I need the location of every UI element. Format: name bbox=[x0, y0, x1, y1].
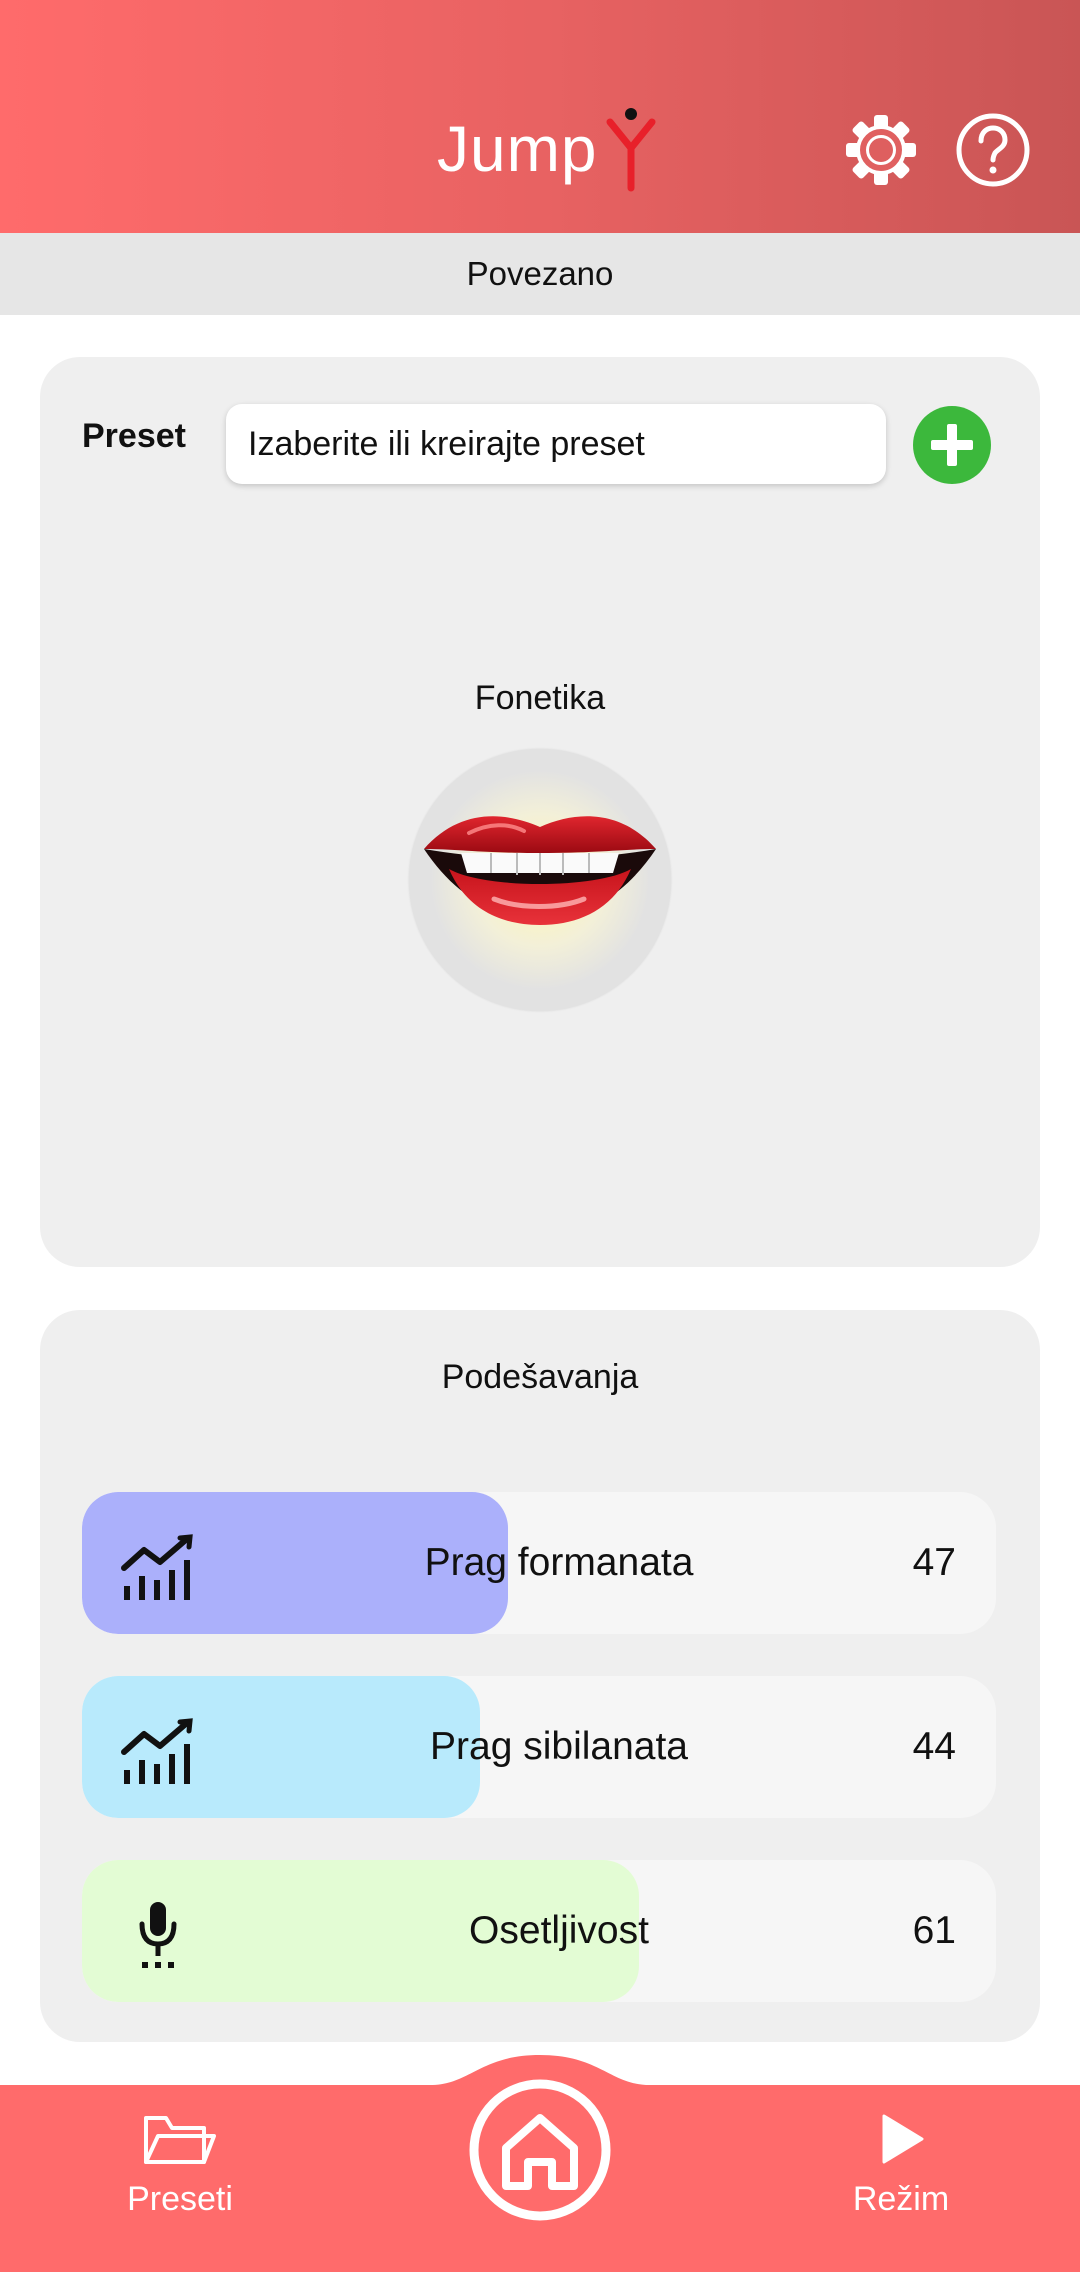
preset-card: Preset Fonetika bbox=[40, 357, 1040, 1267]
gear-icon[interactable] bbox=[843, 112, 919, 188]
preset-label: Preset bbox=[82, 417, 186, 455]
sibilant-threshold-slider[interactable]: Prag sibilanata 44 bbox=[82, 1676, 996, 1818]
slider-value: 44 bbox=[912, 1725, 956, 1768]
home-button[interactable] bbox=[468, 2078, 612, 2222]
nav-presets-label: Preseti bbox=[127, 2180, 233, 2218]
nav-presets[interactable]: Preseti bbox=[90, 2110, 270, 2219]
slider-label: Prag formanata bbox=[424, 1541, 694, 1584]
question-circle-icon[interactable] bbox=[955, 112, 1031, 188]
settings-title: Podešavanja bbox=[441, 1358, 639, 1396]
play-icon bbox=[882, 2114, 924, 2164]
home-icon bbox=[469, 2079, 611, 2221]
phonetics-title: Fonetika bbox=[474, 679, 606, 717]
folder-icon bbox=[144, 2116, 216, 2164]
plus-icon bbox=[931, 424, 973, 466]
slider-value: 61 bbox=[912, 1909, 956, 1952]
sensitivity-slider[interactable]: Osetljivost 61 bbox=[82, 1860, 996, 2002]
add-preset-button[interactable] bbox=[913, 406, 991, 484]
lips-icon bbox=[424, 770, 656, 990]
bottom-navigation: Preseti Režim bbox=[0, 2015, 1080, 2272]
logo-text: Jump bbox=[437, 113, 598, 185]
slider-label: Prag sibilanata bbox=[430, 1725, 688, 1768]
phonetics-button[interactable] bbox=[409, 749, 671, 1011]
settings-card: Podešavanja Prag formanata 47 Prag sibil… bbox=[40, 1310, 1040, 2042]
preset-input[interactable] bbox=[226, 404, 886, 484]
nav-mode[interactable]: Režim bbox=[811, 2110, 991, 2219]
logo-figure-icon bbox=[606, 108, 655, 192]
formant-threshold-slider[interactable]: Prag formanata 47 bbox=[82, 1492, 996, 1634]
connection-status-bar: Povezano bbox=[0, 233, 1080, 315]
app-header: Jump bbox=[0, 0, 1080, 233]
nav-mode-label: Režim bbox=[852, 2180, 950, 2218]
slider-value: 47 bbox=[912, 1541, 956, 1584]
connection-status-text: Povezano bbox=[466, 255, 614, 292]
app-logo: Jump bbox=[437, 104, 658, 194]
slider-label: Osetljivost bbox=[469, 1909, 649, 1952]
